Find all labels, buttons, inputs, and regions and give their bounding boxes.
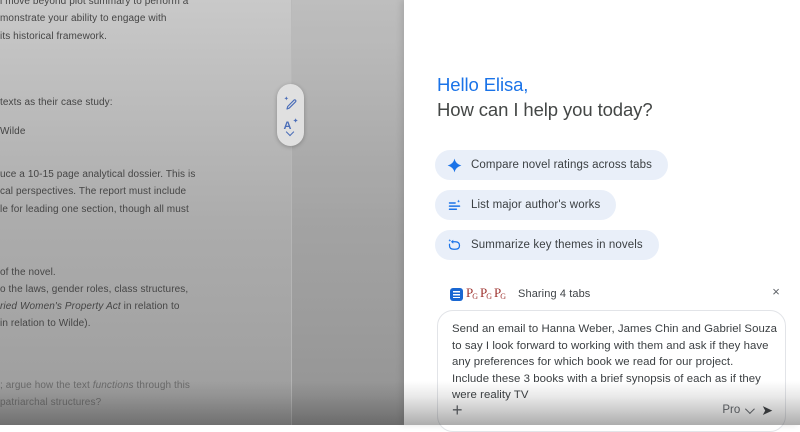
document-line: its historical framework. — [0, 30, 107, 42]
chevron-down-icon — [745, 403, 756, 414]
chip-compare-ratings[interactable]: Compare novel ratings across tabs — [435, 150, 668, 180]
prompt-line: Include these 3 books with a brief synop… — [452, 372, 761, 385]
prompt-toolbar: + Pro ➤ — [452, 397, 773, 423]
prompt-input[interactable]: Send an email to Hanna Weber, James Chin… — [438, 311, 785, 404]
model-label: Pro — [722, 404, 741, 416]
document-margin-strip — [292, 0, 404, 425]
spark-icon — [447, 158, 462, 173]
document-paragraph: ; argue how the text functions through t… — [0, 377, 190, 411]
document-line: ried Women's Property Act in relation to — [0, 301, 180, 312]
document-line: uce a 10-15 page analytical dossier. Thi… — [0, 169, 196, 180]
prompt-line: any preferences for which book we read f… — [452, 356, 734, 369]
chip-list-author-works[interactable]: List major author's works — [435, 190, 617, 220]
list-sparkle-icon — [447, 198, 462, 213]
rewrite-text-icon[interactable]: A ✦ — [283, 118, 299, 136]
replay-sparkle-icon — [447, 238, 462, 253]
page-edge-line — [291, 0, 292, 425]
document-line: monstrate your ability to engage with — [0, 13, 167, 25]
google-docs-favicon — [450, 287, 463, 301]
document-paragraph: of the novel. o the laws, gender roles, … — [0, 264, 188, 332]
document-line: cal perspectives. The report must includ… — [0, 186, 187, 198]
help-me-write-pencil-icon[interactable] — [283, 95, 299, 111]
document-line: l move beyond plot summary to perform a — [0, 0, 189, 7]
document-line: in relation to Wilde). — [0, 318, 91, 329]
chip-summarize-themes[interactable]: Summarize key themes in novels — [435, 230, 659, 260]
chip-label: Summarize key themes in novels — [471, 239, 643, 251]
chip-label: Compare novel ratings across tabs — [471, 159, 652, 171]
greeting-question: How can I help you today? — [437, 99, 653, 120]
document-line: Wilde — [0, 126, 26, 137]
document-paragraph: l move beyond plot summary to perform a … — [0, 0, 188, 45]
greeting-name: Hello Elisa, — [437, 74, 529, 95]
gutenberg-favicon: PG — [466, 284, 479, 301]
close-icon[interactable]: × — [768, 283, 784, 299]
prompt-input-card: Send an email to Hanna Weber, James Chin… — [437, 310, 786, 432]
sharing-tabs-label: Sharing 4 tabs — [518, 288, 591, 300]
prompt-line: Send an email to Hanna Weber, James Chin… — [452, 323, 777, 335]
document-line: patriarchal structures? — [0, 397, 102, 408]
suggestion-chips: Compare novel ratings across tabs List m… — [435, 150, 668, 260]
model-selector[interactable]: Pro — [722, 403, 756, 416]
send-icon[interactable]: ➤ — [761, 403, 773, 417]
greeting: Hello Elisa, How can I help you today? — [437, 72, 653, 122]
document-background: l move beyond plot summary to perform a … — [0, 0, 404, 425]
document-line: o the laws, gender roles, class structur… — [0, 284, 189, 295]
document-paragraph: uce a 10-15 page analytical dossier. Thi… — [0, 166, 195, 218]
assistant-side-panel: Hello Elisa, How can I help you today? C… — [404, 0, 800, 432]
document-line: of the novel. — [0, 267, 56, 278]
add-attachment-button[interactable]: + — [452, 401, 463, 419]
document-line: le for leading one section, though all m… — [0, 203, 189, 215]
prompt-line: to say I look forward to working with th… — [452, 339, 769, 352]
document-line: texts as their case study: — [0, 97, 113, 108]
gutenberg-favicon: PG — [480, 284, 493, 301]
sharing-tabs-bar[interactable]: PG PG PG Sharing 4 tabs — [450, 285, 590, 303]
chip-label: List major author's works — [471, 199, 601, 211]
writing-tools-pill: A ✦ — [277, 84, 304, 146]
gutenberg-favicon: PG — [494, 284, 507, 301]
document-line: ; argue how the text functions through t… — [0, 380, 190, 391]
